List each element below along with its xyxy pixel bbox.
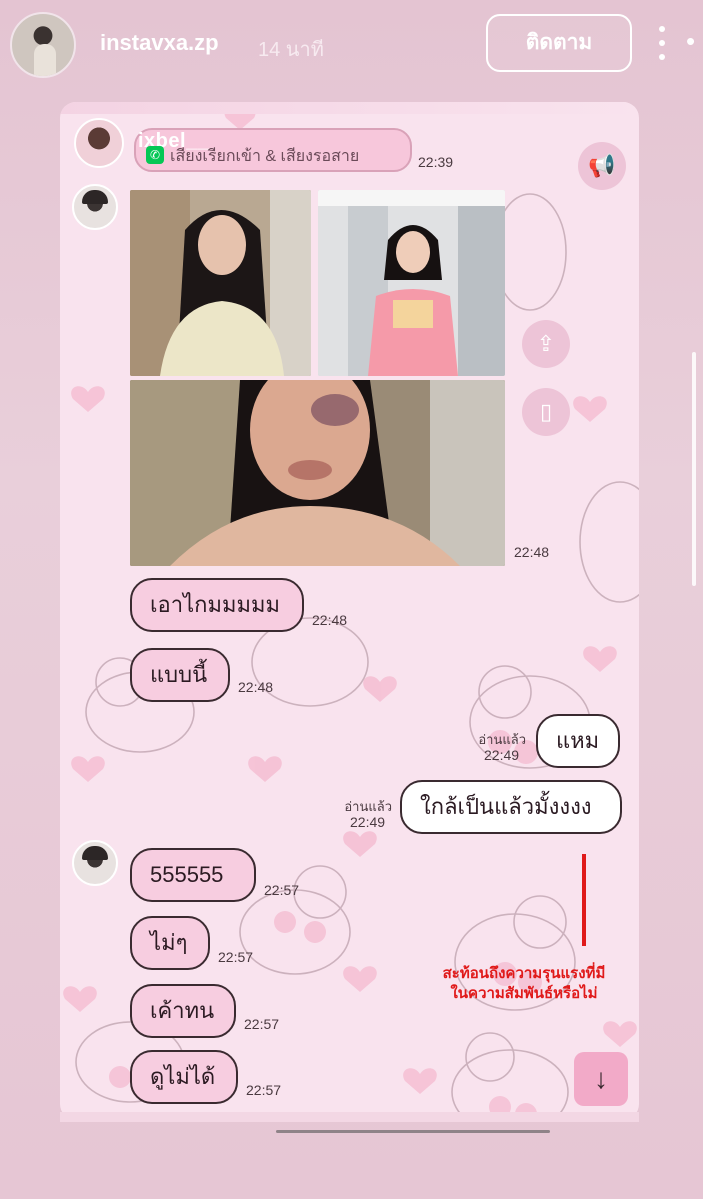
more-vertical-icon[interactable] xyxy=(652,26,672,60)
annotation-text: สะท้อนถึงความรุนแรงที่มี ในความสัมพันธ์ห… xyxy=(412,964,636,1004)
message-time: 22:57 xyxy=(218,949,254,965)
message-time: 22:57 xyxy=(246,1082,282,1098)
story-username[interactable]: instavxa.zp xyxy=(100,30,219,56)
message-bubble-outgoing[interactable]: แหม xyxy=(536,714,620,768)
message-time: 22:48 xyxy=(312,612,348,628)
annotation-line-1: สะท้อนถึงความรุนแรงที่มี xyxy=(442,965,606,982)
message-time: 22:49 xyxy=(484,747,520,763)
photo-bruised-face[interactable] xyxy=(130,380,505,566)
gallery-icon[interactable]: ▯ xyxy=(522,388,570,436)
message-bubble-incoming[interactable]: ไม่ๆ xyxy=(130,916,210,970)
bottom-bar xyxy=(276,1130,550,1133)
top-strip xyxy=(60,102,639,114)
message-time: 22:49 xyxy=(350,814,386,830)
story-header: instavxa.zp 14 นาที ติดตาม • xyxy=(0,0,703,90)
arrow-down-icon[interactable]: ↓ xyxy=(574,1052,628,1106)
annotation-line xyxy=(582,854,586,946)
message-time: 22:48 xyxy=(238,679,274,695)
message-bubble-incoming[interactable]: แบบนี้ xyxy=(130,648,230,702)
follow-button[interactable]: ติดตาม xyxy=(486,14,632,72)
message-time: 22:57 xyxy=(264,882,300,898)
story-avatar[interactable] xyxy=(10,12,76,78)
chat-bottom-strip xyxy=(60,1112,639,1122)
annotation-line-2: ในความสัมพันธ์หรือไม่ xyxy=(450,985,598,1002)
megaphone-icon[interactable]: 📢 xyxy=(578,142,626,190)
message-bubble-incoming[interactable]: ดูไม่ได้ xyxy=(130,1050,238,1104)
friend-avatar[interactable] xyxy=(72,840,118,886)
message-bubble-incoming[interactable]: 555555 xyxy=(130,848,256,902)
message-bubble-incoming[interactable]: เค้าทน xyxy=(130,984,236,1038)
photo-hospital-woman[interactable] xyxy=(130,190,311,376)
close-icon[interactable]: • xyxy=(686,28,695,54)
message-bubble-outgoing[interactable]: ใกล้เป็นแล้วมั้งงงง xyxy=(400,780,622,834)
friend-avatar[interactable] xyxy=(72,184,118,230)
chat-screenshot: ixbel__ ✆ เสียงเรียกเข้า & เสียงรอสาย 22… xyxy=(60,102,639,1120)
call-text: เสียงเรียกเข้า & เสียงรอสาย xyxy=(170,148,360,165)
share-icon[interactable]: ⇪ xyxy=(522,320,570,368)
story-time: 14 นาที xyxy=(258,39,324,61)
phone-call-icon: ✆ xyxy=(146,146,164,164)
photo-woman-pink-shirt[interactable] xyxy=(318,190,505,376)
call-time: 22:39 xyxy=(418,154,454,170)
mention-avatar xyxy=(74,118,124,168)
message-time: 22:57 xyxy=(244,1016,280,1032)
photos-time: 22:48 xyxy=(514,544,550,560)
scrollbar[interactable] xyxy=(692,352,696,586)
message-bubble-incoming[interactable]: เอาไกมมมมม xyxy=(130,578,304,632)
